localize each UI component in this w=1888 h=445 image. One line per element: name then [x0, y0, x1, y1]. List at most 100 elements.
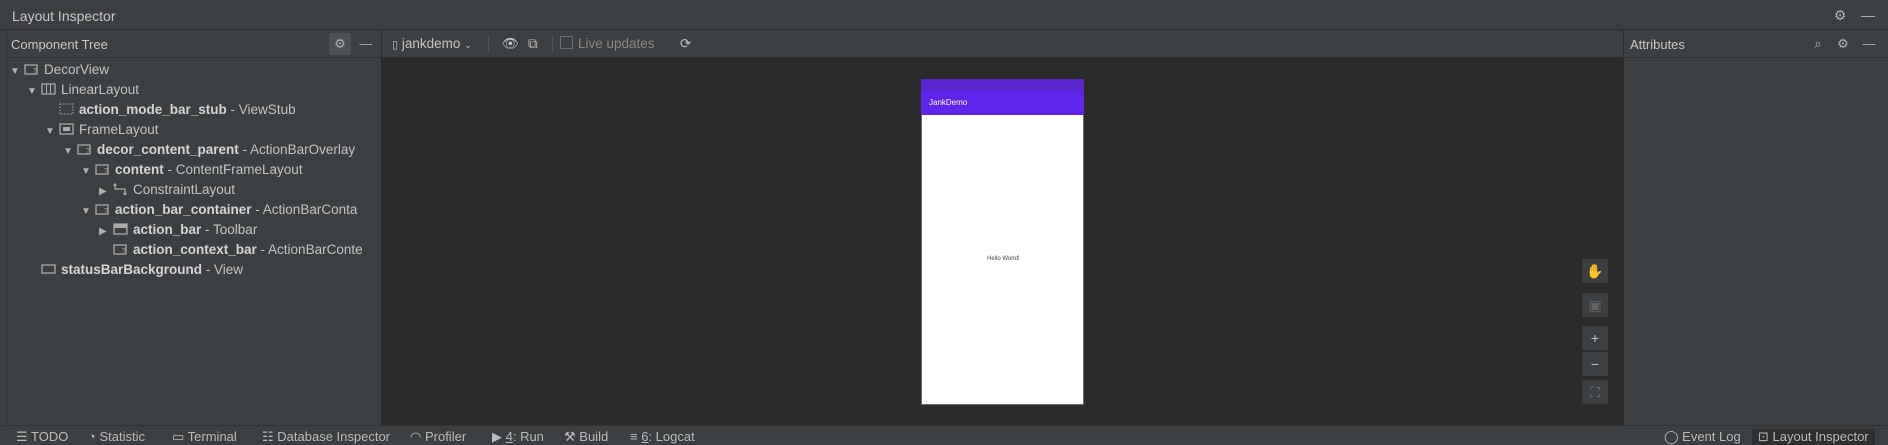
terminal-tab[interactable]: ▭ Terminal — [172, 429, 237, 445]
view-group-icon: ? — [95, 204, 109, 215]
inspector-toolbar: ▯ jankdemo ⌄ 👁 ⧉ Live updates ⟳ — [382, 30, 1623, 58]
statistic-tab[interactable]: ◔ Statistic — [88, 429, 145, 445]
attributes-title: Attributes — [1630, 37, 1685, 52]
tree-node-id: decor_content_parent — [97, 142, 239, 157]
app-title: JankDemo — [929, 98, 968, 107]
refresh-icon[interactable]: ⟳ — [680, 35, 691, 53]
tree-node-id: action_mode_bar_stub — [79, 102, 227, 117]
attributes-gear-icon[interactable]: ⚙ — [1832, 33, 1854, 55]
tree-node-type: - ActionBarConta — [251, 202, 358, 217]
expand-arrow-icon[interactable]: ▼ — [63, 142, 77, 162]
view-group-icon: ? — [24, 64, 38, 75]
attributes-panel — [1624, 30, 1888, 425]
tool-window-title-bar: Layout Inspector ⚙ — — [0, 0, 1888, 30]
window-title: Layout Inspector — [12, 8, 116, 24]
tree-row-linearlayout[interactable]: ▼ LinearLayout — [27, 80, 139, 100]
process-selector[interactable]: ▯ jankdemo ⌄ — [392, 35, 472, 53]
logcat-icon: ≡ — [630, 429, 642, 444]
expand-arrow-icon[interactable]: ▼ — [10, 62, 24, 82]
layout-inspector-icon: ⊡ — [1758, 429, 1773, 444]
live-updates-checkbox[interactable] — [560, 36, 573, 49]
view-icon — [41, 264, 56, 274]
zoom-in-button[interactable]: + — [1582, 326, 1608, 350]
svg-text:?: ? — [122, 248, 126, 255]
tree-row-action-context-bar[interactable]: ? action_context_bar - ActionBarConte — [99, 240, 363, 260]
database-inspector-tab[interactable]: ☷ Database Inspector — [262, 429, 390, 445]
live-updates-toggle[interactable]: Live updates — [560, 35, 655, 53]
view-group-icon: ? — [95, 164, 109, 175]
tree-row-decor-content-parent[interactable]: ▼? decor_content_parent - ActionBarOverla… — [63, 140, 355, 160]
expand-arrow-icon[interactable]: ▼ — [27, 82, 41, 102]
tree-node-type: - ViewStub — [226, 102, 296, 117]
chevron-down-icon: ⌄ — [464, 40, 472, 50]
tree-settings-gear-icon[interactable]: ⚙ — [329, 33, 351, 55]
svg-text:?: ? — [104, 208, 108, 215]
tree-node-id: action_bar_container — [115, 202, 252, 217]
tree-node-name: LinearLayout — [61, 82, 140, 97]
expand-arrow-icon[interactable]: ▼ — [45, 122, 59, 142]
device-icon: ▯ — [392, 39, 399, 51]
frame-layout-icon — [59, 123, 74, 135]
live-updates-label: Live updates — [578, 36, 655, 51]
view-group-icon: ? — [77, 144, 91, 155]
tree-row-action-bar-container[interactable]: ▼? action_bar_container - ActionBarConta — [81, 200, 357, 220]
view-options-eye-icon[interactable]: 👁 — [502, 35, 519, 53]
fit-screen-icon[interactable]: ⛶ — [1582, 380, 1608, 404]
tree-row-decorview[interactable]: ▼? DecorView — [10, 60, 109, 80]
list-icon: ☰ — [16, 429, 32, 444]
statistic-icon: ◔ — [88, 429, 100, 444]
search-icon[interactable]: ⌕ — [1807, 33, 1829, 55]
linear-layout-icon — [41, 83, 56, 95]
tree-row-content[interactable]: ▼? content - ContentFrameLayout — [81, 160, 303, 180]
tree-row-action-mode-bar-stub[interactable]: action_mode_bar_stub - ViewStub — [45, 100, 296, 120]
tree-node-type: - ActionBarConte — [256, 242, 363, 257]
hammer-icon: ⚒ — [564, 429, 580, 444]
device-app-bar[interactable]: JankDemo — [921, 91, 1084, 115]
hello-text[interactable]: Hello World! — [987, 256, 1020, 262]
pan-hand-icon[interactable]: ✋ — [1582, 259, 1608, 283]
gear-icon[interactable]: ⚙ — [1832, 7, 1848, 23]
todo-tab[interactable]: ☰ TODO — [16, 429, 68, 445]
process-name: jankdemo — [401, 36, 461, 51]
svg-text:?: ? — [86, 148, 90, 155]
play-icon: ▶ — [492, 429, 506, 444]
constraint-layout-icon — [113, 183, 127, 195]
build-tab[interactable]: ⚒ Build — [564, 429, 608, 445]
zoom-out-button[interactable]: − — [1582, 352, 1608, 376]
view-group-icon: ? — [113, 244, 127, 255]
tree-node-id: content — [115, 162, 164, 177]
attributes-minimize-icon[interactable]: — — [1858, 33, 1880, 55]
svg-text:?: ? — [104, 168, 108, 175]
minimize-icon[interactable]: — — [1860, 7, 1876, 23]
layout-inspector-tab[interactable]: ⊡ Layout Inspector — [1752, 429, 1875, 445]
tree-node-type: - View — [202, 262, 244, 277]
database-icon: ☷ — [262, 429, 278, 444]
tree-row-constraintlayout[interactable]: ▶ ConstraintLayout — [99, 180, 235, 200]
tree-row-status-bar-background[interactable]: statusBarBackground - View — [27, 260, 243, 280]
logcat-tab[interactable]: ≡ 6: Logcat — [630, 429, 695, 445]
tree-row-action-bar[interactable]: ▶ action_bar - Toolbar — [99, 220, 257, 240]
tree-node-id: action_context_bar — [133, 242, 257, 257]
tree-node-id: action_bar — [133, 222, 202, 237]
bottom-tool-bar: ☰ TODO ◔ Statistic ▭ Terminal ☷ Database… — [0, 425, 1888, 445]
collapse-arrow-icon[interactable]: ▶ — [99, 182, 113, 202]
layer-spacing-icon[interactable]: ⧉ — [528, 35, 538, 53]
profiler-tab[interactable]: ◠ Profiler — [410, 429, 466, 445]
svg-text:?: ? — [33, 68, 37, 75]
left-tool-strip — [0, 30, 7, 425]
3d-view-icon[interactable]: ▣ — [1582, 293, 1608, 317]
tree-node-name: DecorView — [44, 62, 110, 77]
device-status-bar[interactable] — [921, 79, 1084, 91]
tree-node-type: - ActionBarOverlay — [238, 142, 356, 157]
tree-node-name: FrameLayout — [79, 122, 159, 137]
tree-minimize-icon[interactable]: — — [355, 33, 377, 55]
event-log-tab[interactable]: ◯ Event Log — [1664, 429, 1741, 445]
expand-arrow-icon[interactable]: ▼ — [81, 162, 95, 182]
tree-node-id: statusBarBackground — [61, 262, 203, 277]
expand-arrow-icon[interactable]: ▼ — [81, 202, 95, 222]
device-screen[interactable] — [921, 79, 1084, 405]
collapse-arrow-icon[interactable]: ▶ — [99, 222, 113, 242]
tree-node-type: - Toolbar — [201, 222, 258, 237]
tree-row-framelayout[interactable]: ▼ FrameLayout — [45, 120, 159, 140]
run-tab[interactable]: ▶ 4: Run — [492, 429, 544, 445]
